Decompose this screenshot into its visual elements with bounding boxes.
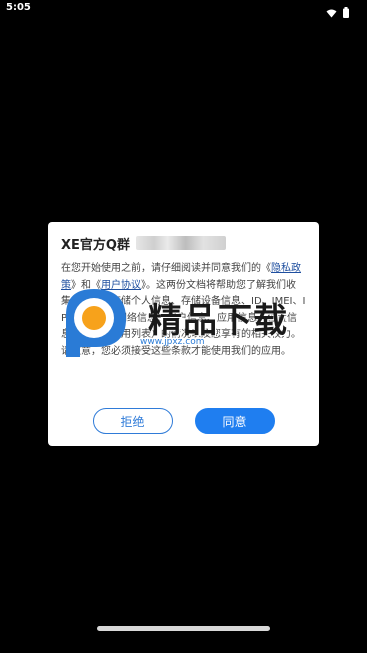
wifi-icon <box>326 3 337 22</box>
status-time: 5:05 <box>6 2 31 13</box>
privacy-dialog: XE官方Q群 在您开始使用之前，请仔细阅读并同意我们的《隐私政策》和《用户协议》… <box>48 222 319 446</box>
reject-button[interactable]: 拒绝 <box>92 408 173 434</box>
dialog-title-text: XE官方Q群 <box>61 237 130 253</box>
dialog-button-row: 拒绝 同意 <box>48 408 319 434</box>
user-agreement-link[interactable]: 用户协议 <box>101 280 141 291</box>
status-bar: 5:05 <box>0 0 367 20</box>
body-text-intro: 在您开始使用之前，请仔细阅读并同意我们的《 <box>61 263 271 274</box>
status-icons <box>326 3 349 22</box>
dialog-title: XE官方Q群 <box>61 234 307 253</box>
accept-button[interactable]: 同意 <box>194 408 275 434</box>
battery-icon <box>343 3 349 22</box>
body-text-joiner: 》和《 <box>71 279 101 291</box>
home-indicator[interactable] <box>97 626 270 631</box>
body-text-rest: 》。这两份文档将帮助您了解我们收集、使用、存储个人信息、存储设备信息、ID、IM… <box>61 279 306 357</box>
dialog-body: 在您开始使用之前，请仔细阅读并同意我们的《隐私政策》和《用户协议》。这两份文档将… <box>61 261 307 360</box>
blurred-group-number <box>135 236 226 250</box>
app-screen: 5:05 XE官方Q群 在您开始使用之前，请仔细阅读并同意我们的《隐私政策》和《… <box>0 0 367 653</box>
